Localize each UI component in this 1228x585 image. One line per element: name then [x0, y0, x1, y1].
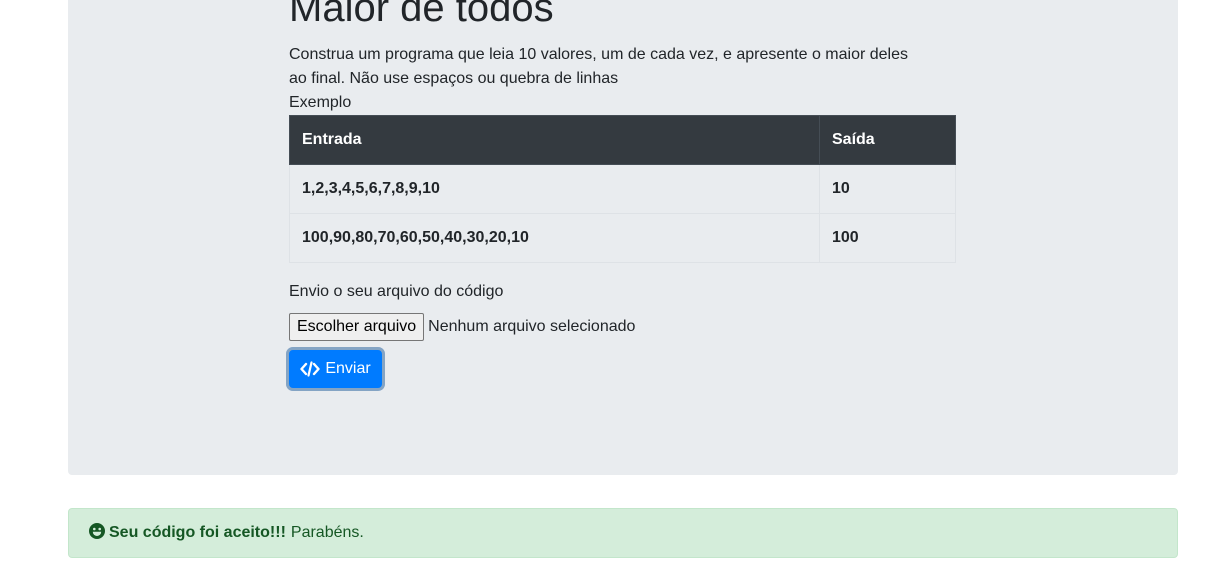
upload-label: Envio o seu arquivo do código	[289, 283, 504, 300]
table-row: 100,90,80,70,60,50,40,30,20,10 100	[289, 213, 956, 263]
file-status-text: Nenhum arquivo selecionado	[428, 318, 636, 335]
submit-button[interactable]: Enviar	[289, 350, 382, 388]
success-alert: Seu código foi aceito!!! Parabéns.	[68, 508, 1178, 558]
page-title: Maior de todos	[289, 0, 554, 30]
choose-file-button[interactable]: Escolher arquivo	[289, 313, 425, 341]
problem-description: Construa um programa que leia 10 valores…	[289, 46, 909, 87]
file-input: Escolher arquivo Nenhum arquivo selecion…	[289, 313, 635, 341]
submit-label: Enviar	[325, 360, 371, 377]
column-header-entrada: Entrada	[289, 115, 820, 165]
column-header-saida: Saída	[819, 115, 956, 165]
example-label: Exemplo	[289, 94, 352, 111]
alert-strong-text: Seu código foi aceito!!!	[109, 524, 286, 541]
smile-icon	[89, 522, 105, 544]
table-cell-output: 10	[819, 164, 956, 214]
table-cell-output: 100	[819, 213, 956, 263]
table-header-row: Entrada Saída	[289, 115, 956, 165]
example-table: Entrada Saída 1,2,3,4,5,6,7,8,9,10 10 10…	[289, 115, 956, 263]
code-icon	[300, 361, 321, 377]
table-cell-input: 100,90,80,70,60,50,40,30,20,10	[289, 213, 820, 263]
alert-message: Parabéns.	[290, 524, 364, 541]
table-row: 1,2,3,4,5,6,7,8,9,10 10	[289, 164, 956, 214]
table-cell-input: 1,2,3,4,5,6,7,8,9,10	[289, 164, 820, 214]
